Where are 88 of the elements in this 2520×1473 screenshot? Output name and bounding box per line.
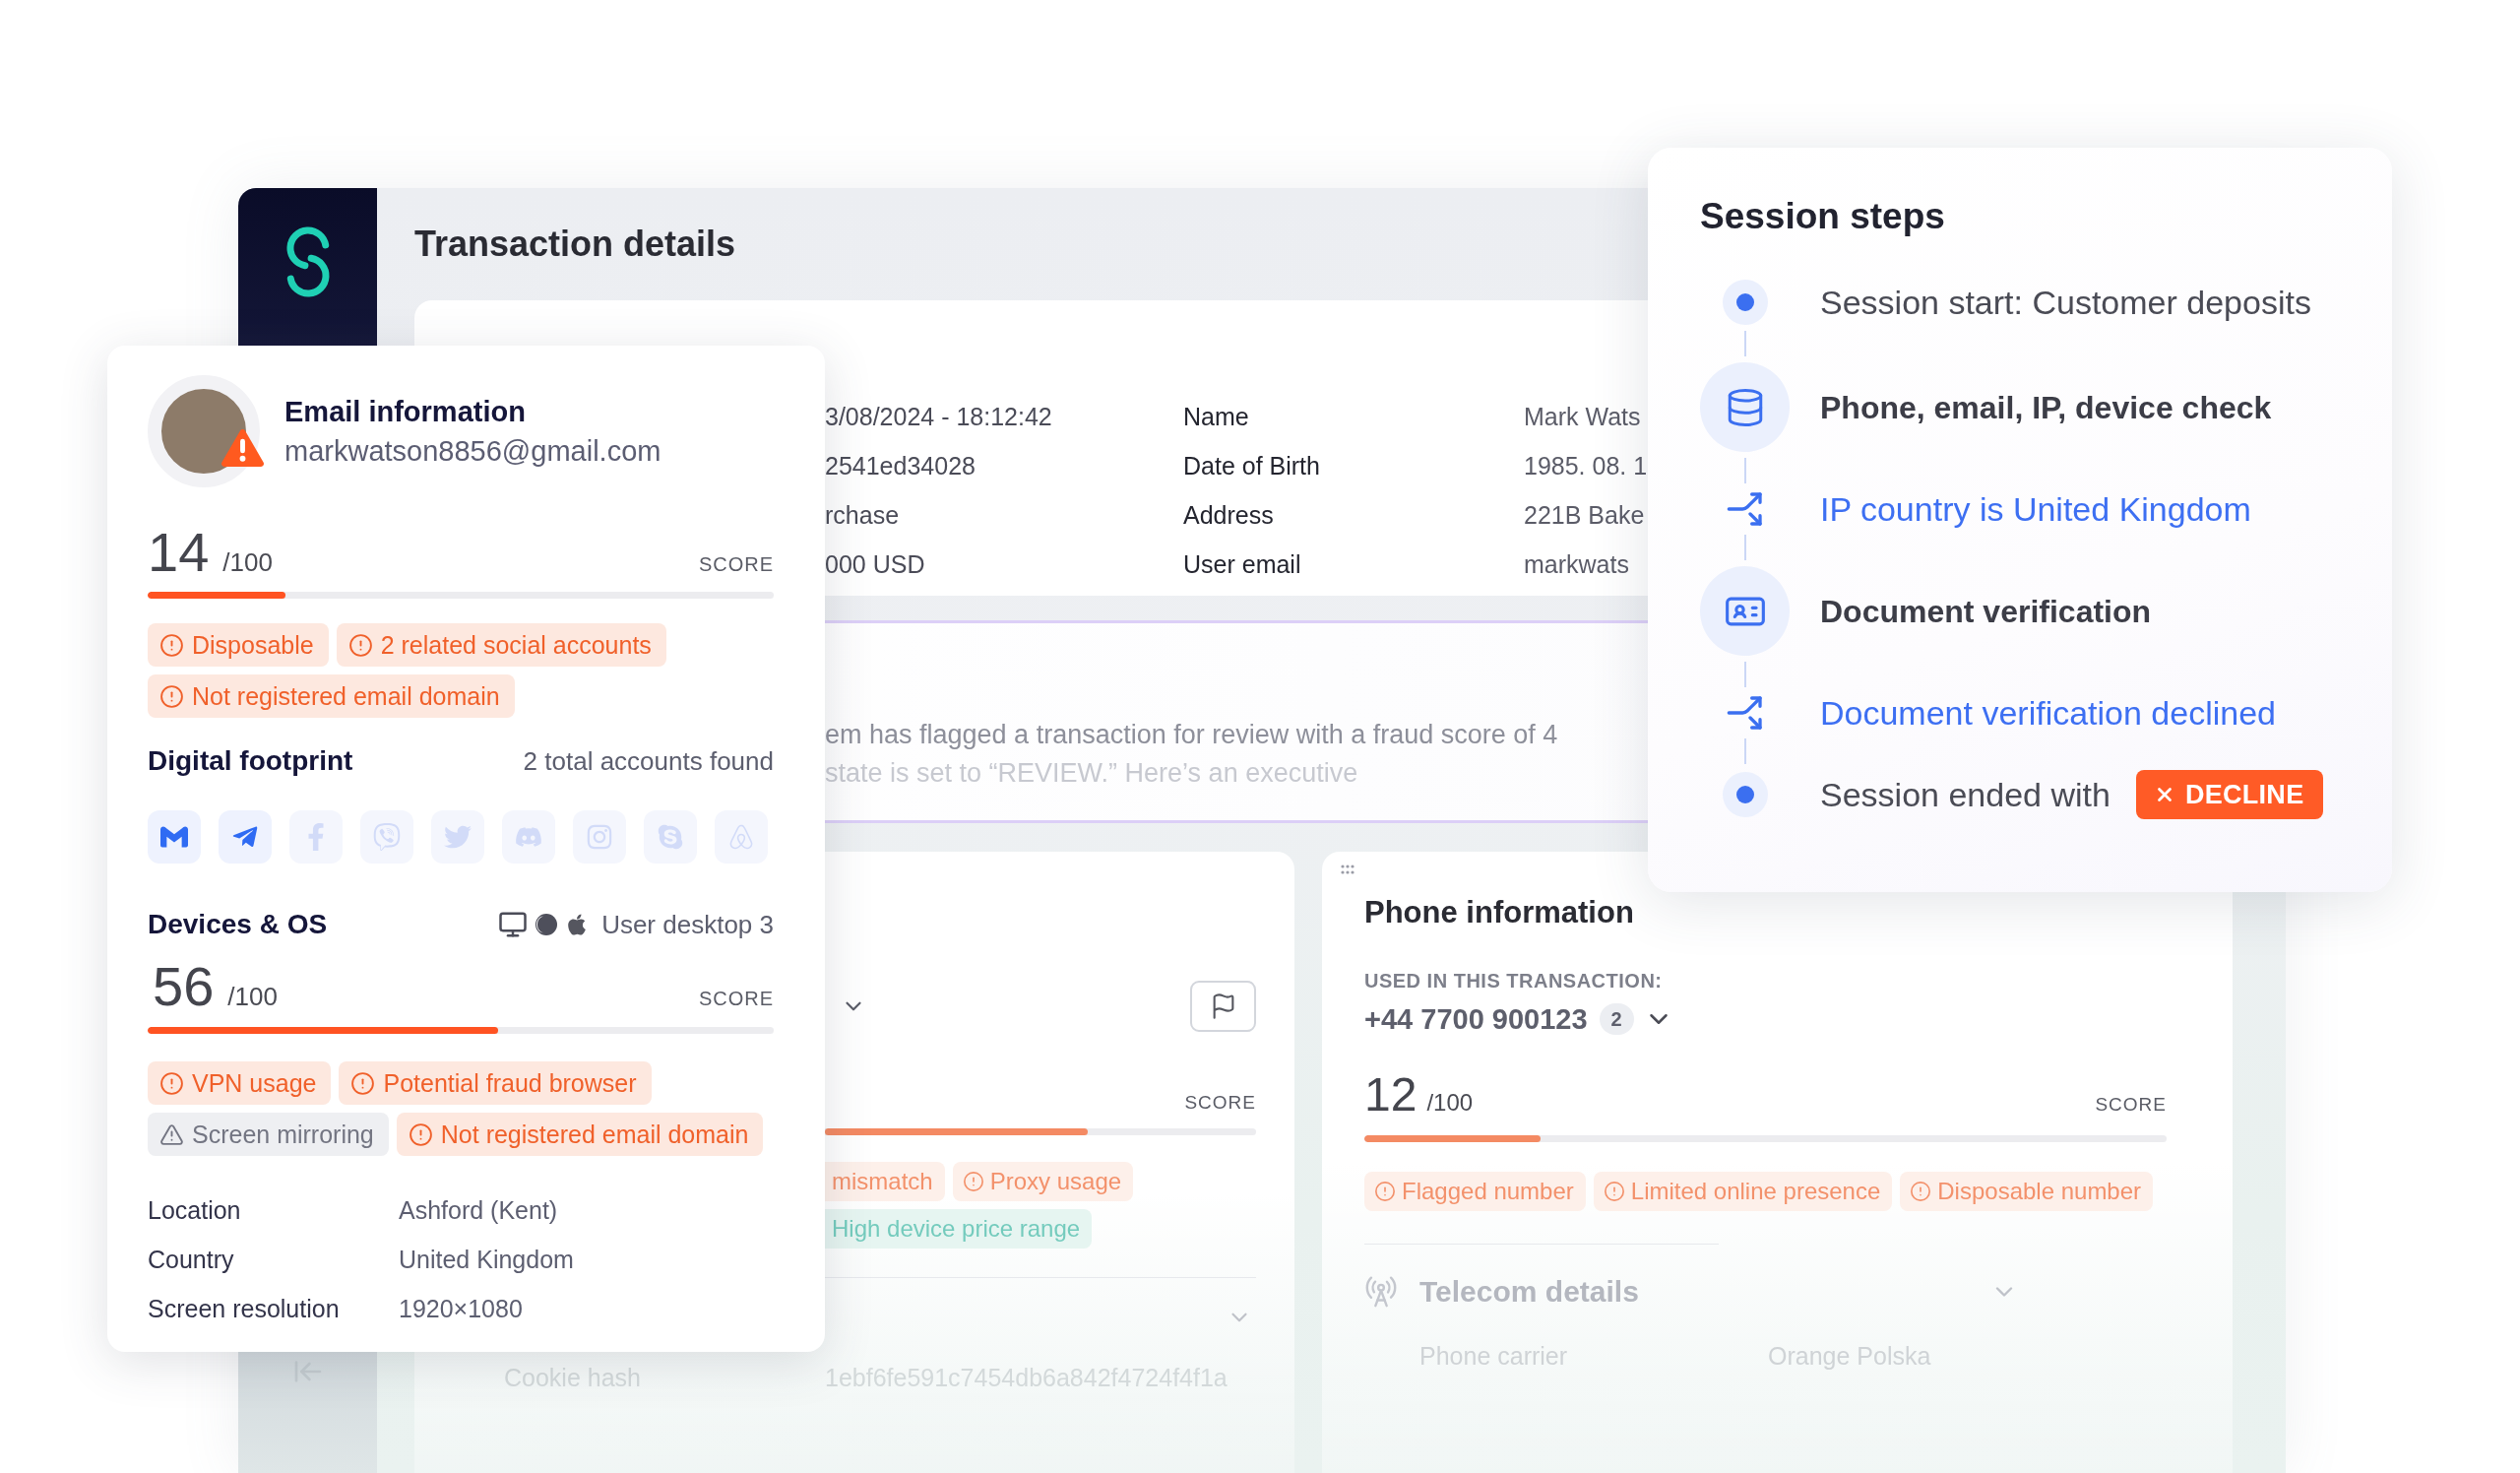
alert-circle-icon xyxy=(408,1121,433,1147)
step-text: Session ended with xyxy=(1820,775,2110,814)
tag-label: mismatch xyxy=(832,1168,933,1195)
step-connector xyxy=(1743,458,1746,483)
detail-value: United Kingdom xyxy=(399,1245,574,1274)
field-label: Date of Birth xyxy=(1183,451,1320,480)
alert-circle-icon xyxy=(1374,1181,1396,1202)
step-text: Phone, email, IP, device check xyxy=(1820,388,2272,427)
alert-circle-icon xyxy=(347,632,373,658)
step-connector xyxy=(1743,738,1746,764)
score-total: /100 xyxy=(1426,1089,1474,1117)
footprint-summary: 2 total accounts found xyxy=(523,745,774,777)
score-caption: SCORE xyxy=(698,553,774,576)
alert-circle-icon xyxy=(962,1171,984,1192)
section-title: Digital footprint xyxy=(148,745,353,777)
transaction-value: 2541ed34028 xyxy=(825,451,976,480)
field-label: Name xyxy=(1183,402,1249,431)
antenna-icon xyxy=(1364,1275,1398,1309)
alert-circle-icon xyxy=(159,632,184,658)
detail-label: Location xyxy=(148,1195,241,1225)
score-total: /100 xyxy=(227,982,278,1012)
tag-label: Limited online presence xyxy=(1630,1178,1881,1205)
email-address: markwatson8856@gmail.com xyxy=(284,434,662,469)
branch-arrow-icon xyxy=(1725,693,1765,733)
step-dot-icon xyxy=(1722,280,1768,325)
drag-handle-icon[interactable] xyxy=(1341,865,1354,874)
page-title: Transaction details xyxy=(414,224,736,265)
step-text: Document verification declined xyxy=(1820,693,2277,733)
field-label: Address xyxy=(1183,500,1274,530)
field-value: markwats xyxy=(1524,549,1629,579)
score-value: 14 xyxy=(148,523,210,582)
summary-text: em has flagged a transaction for review with a fraud score of 4 xyxy=(825,719,1558,751)
field-label: User email xyxy=(1183,549,1301,579)
alert-circle-icon xyxy=(1603,1181,1625,1202)
step-text: IP country is United Kingdom xyxy=(1820,489,2251,529)
tag-label: Not registered email domain xyxy=(192,681,500,711)
alert-circle-icon xyxy=(1910,1181,1932,1202)
transaction-value: rchase xyxy=(825,500,900,530)
tag-label: Screen mirroring xyxy=(192,1120,374,1149)
branch-arrow-icon xyxy=(1725,489,1765,529)
flag-button[interactable] xyxy=(1190,981,1256,1032)
alert-circle-icon xyxy=(159,1070,184,1096)
score-total: /100 xyxy=(222,547,273,578)
detail-value: 1920×1080 xyxy=(399,1294,523,1323)
alert-circle-icon xyxy=(159,683,184,709)
tag-label: Disposable xyxy=(192,630,314,660)
section-title: Telecom details xyxy=(1419,1275,1639,1309)
step-text: Document verification xyxy=(1820,592,2152,631)
tag-label: Proxy usage xyxy=(989,1168,1122,1195)
detail-value: Ashford (Kent) xyxy=(399,1195,558,1225)
field-value: 221B Bake xyxy=(1524,500,1645,530)
tag-label: 2 related social accounts xyxy=(380,630,652,660)
tag-label: Disposable number xyxy=(1937,1178,2142,1205)
status-text: DECLINE xyxy=(2184,779,2304,810)
step-connector xyxy=(1743,331,1746,356)
caption-text: USED IN THIS TRANSACTION: xyxy=(1364,969,1663,993)
field-value: Mark Wats xyxy=(1524,402,1641,431)
transaction-value: 000 USD xyxy=(825,549,925,579)
tag-label: Not registered email domain xyxy=(440,1120,749,1149)
step-dot-icon xyxy=(1722,772,1768,817)
score-caption: SCORE xyxy=(698,988,774,1010)
field-value: 1985. 08. 1 xyxy=(1524,451,1648,480)
score-caption: SCORE xyxy=(2095,1094,2167,1116)
step-text: Session start: Customer deposits xyxy=(1820,283,2311,322)
tag-label: Flagged number xyxy=(1402,1178,1574,1205)
warning-triangle-icon xyxy=(159,1121,184,1147)
device-summary: User desktop 3 xyxy=(601,909,774,940)
step-connector xyxy=(1743,662,1746,687)
transaction-value: 3/08/2024 - 18:12:42 xyxy=(825,402,1052,431)
detail-label: Screen resolution xyxy=(148,1294,340,1323)
phone-number: +44 7700 900123 xyxy=(1364,1002,1588,1036)
warning-icon xyxy=(220,426,266,467)
score-caption: SCORE xyxy=(1184,1091,1256,1115)
tag-label: VPN usage xyxy=(192,1068,317,1098)
monitor-icon xyxy=(498,910,529,939)
tag-label: Potential fraud browser xyxy=(383,1068,637,1098)
alert-circle-icon xyxy=(350,1070,376,1096)
card-title: Email information xyxy=(284,395,526,429)
count-badge: 2 xyxy=(1599,1003,1634,1035)
score-value: 56 xyxy=(153,957,215,1016)
detail-label: Country xyxy=(148,1245,234,1274)
card-title: Session steps xyxy=(1700,195,1946,238)
score-value: 12 xyxy=(1364,1067,1418,1122)
tag-label: High device price range xyxy=(832,1215,1081,1243)
card-title: Phone information xyxy=(1364,894,1634,931)
crescent-circle-icon xyxy=(535,913,559,936)
step-connector xyxy=(1743,535,1746,560)
section-title: Devices & OS xyxy=(148,909,328,940)
